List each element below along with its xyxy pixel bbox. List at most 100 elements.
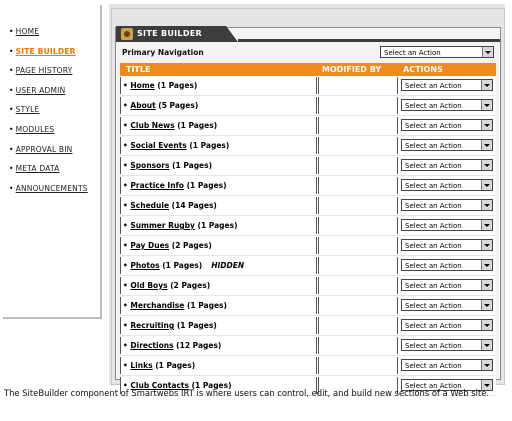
row-action-select[interactable]: Select an Action [401,299,493,311]
nav-item-label[interactable]: APPROVAL BIN [16,145,73,154]
table-row: • Social Events (1 Pages) Select an Actio… [120,136,496,156]
row-action-select[interactable]: Select an Action [401,339,493,351]
chevron-down-icon[interactable] [481,160,492,170]
table-row: • Schedule (14 Pages) Select an Action [120,196,496,216]
chevron-down-icon[interactable] [481,80,492,90]
site-builder-logo-icon [121,28,133,40]
chevron-down-icon[interactable] [481,320,492,330]
chevron-down-icon[interactable] [481,300,492,310]
chevron-down-icon[interactable] [481,240,492,250]
nav-item-label[interactable]: META DATA [16,164,60,173]
section-link[interactable]: Pay Dues [130,241,169,250]
nav-item-user-admin[interactable]: • USER ADMIN [9,86,100,106]
actions-cell: Select an Action [399,297,496,314]
section-title[interactable]: • Directions (12 Pages) [123,341,221,350]
nav-item-home[interactable]: • HOME [9,27,100,47]
row-action-select[interactable]: Select an Action [401,179,493,191]
section-link[interactable]: Sponsors [130,161,169,170]
nav-item-page-history[interactable]: • PAGE HISTORY [9,66,100,86]
nav-item-modules[interactable]: • MODULES [9,125,100,145]
actions-cell: Select an Action [399,277,496,294]
row-action-select[interactable]: Select an Action [401,199,493,211]
section-link[interactable]: Social Events [130,141,186,150]
bullet-icon: • [9,27,14,36]
modified-by-cell [318,357,398,374]
section-title[interactable]: • Merchandise (1 Pages) [123,301,227,310]
section-link[interactable]: Recruiting [130,321,174,330]
section-link[interactable]: Directions [130,341,173,350]
nav-item-announcements[interactable]: • ANNOUNCEMENTS [9,184,100,204]
bullet-icon: • [9,164,14,174]
title-cell: • Photos (1 Pages) HIDDEN [120,257,317,274]
section-link[interactable]: Photos [130,261,159,270]
actions-cell: Select an Action [399,137,496,154]
section-link[interactable]: Schedule [130,201,169,210]
chevron-down-icon[interactable] [481,280,492,290]
section-link[interactable]: Home [130,81,154,90]
section-title[interactable]: • About (5 Pages) [123,101,198,110]
nav-item-label[interactable]: STYLE [16,105,40,114]
chevron-down-icon[interactable] [481,140,492,150]
nav-item-label[interactable]: ANNOUNCEMENTS [16,184,88,193]
row-action-select[interactable]: Select an Action [401,139,493,151]
section-link[interactable]: Old Boys [130,281,167,290]
panel-title-bar: SITE BUILDER [116,26,500,42]
section-title[interactable]: • Recruiting (1 Pages) [123,321,217,330]
section-title[interactable]: • Pay Dues (2 Pages) [123,241,212,250]
section-link[interactable]: Practice Info [130,181,184,190]
actions-cell: Select an Action [399,117,496,134]
nav-item-label[interactable]: MODULES [16,125,55,134]
row-action-select[interactable]: Select an Action [401,259,493,271]
primary-action-select[interactable]: Select an Action [380,46,494,58]
chevron-down-icon[interactable] [481,260,492,270]
row-action-select[interactable]: Select an Action [401,279,493,291]
chevron-down-icon[interactable] [481,120,492,130]
page-count: (1 Pages) [157,81,198,90]
nav-item-label[interactable]: HOME [16,27,40,36]
nav-item-site-builder[interactable]: • SITE BUILDER [9,47,100,67]
chevron-down-icon[interactable] [481,200,492,210]
section-title[interactable]: • Summer Rugby (1 Pages) [123,221,238,230]
chevron-down-icon[interactable] [481,220,492,230]
section-link[interactable]: Merchandise [130,301,184,310]
page-count: (12 Pages) [176,341,222,350]
section-title[interactable]: • Schedule (14 Pages) [123,201,217,210]
section-title[interactable]: • Club News (1 Pages) [123,121,217,130]
chevron-down-icon[interactable] [482,47,493,57]
nav-item-label[interactable]: USER ADMIN [16,86,66,95]
row-action-select[interactable]: Select an Action [401,79,493,91]
table-row: • Photos (1 Pages) HIDDEN Select an Action [120,256,496,276]
modified-by-cell [318,157,398,174]
section-link[interactable]: Summer Rugby [130,221,195,230]
section-title[interactable]: • Links (1 Pages) [123,361,195,370]
nav-item-label[interactable]: PAGE HISTORY [16,66,73,75]
chevron-down-icon[interactable] [481,100,492,110]
nav-item-style[interactable]: • STYLE [9,105,100,125]
row-action-select[interactable]: Select an Action [401,219,493,231]
section-title[interactable]: • Old Boys (2 Pages) [123,281,210,290]
nav-item-label[interactable]: SITE BUILDER [16,47,76,56]
section-title[interactable]: • Photos (1 Pages) HIDDEN [123,261,244,270]
row-action-select[interactable]: Select an Action [401,119,493,131]
title-cell: • Directions (12 Pages) [120,337,317,354]
section-link[interactable]: Links [130,361,152,370]
row-action-select[interactable]: Select an Action [401,319,493,331]
chevron-down-icon[interactable] [481,180,492,190]
section-title[interactable]: • Social Events (1 Pages) [123,141,229,150]
chevron-down-icon[interactable] [481,360,492,370]
section-title[interactable]: • Sponsors (1 Pages) [123,161,212,170]
row-action-select[interactable]: Select an Action [401,159,493,171]
section-link[interactable]: Club News [130,121,174,130]
page-count: (5 Pages) [158,101,199,110]
page-count: (14 Pages) [171,201,217,210]
row-action-select[interactable]: Select an Action [401,239,493,251]
section-title[interactable]: • Home (1 Pages) [123,81,197,90]
table-row: • About (5 Pages) Select an Action [120,96,496,116]
nav-item-approval-bin[interactable]: • APPROVAL BIN [9,145,100,165]
section-link[interactable]: About [130,101,155,110]
section-title[interactable]: • Practice Info (1 Pages) [123,181,227,190]
row-action-select[interactable]: Select an Action [401,359,493,371]
chevron-down-icon[interactable] [481,340,492,350]
row-action-select[interactable]: Select an Action [401,99,493,111]
nav-item-meta-data[interactable]: • META DATA [9,164,100,184]
